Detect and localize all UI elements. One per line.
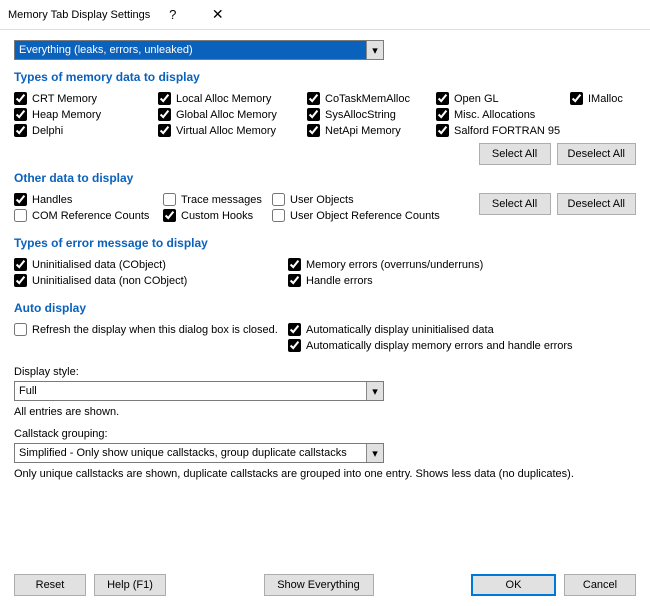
callstack-helper: Only unique callstacks are shown, duplic… <box>14 468 636 480</box>
dialog-content: Everything (leaks, errors, unleaked) ▾ T… <box>0 30 650 490</box>
help-button[interactable]: ? <box>150 0 195 29</box>
reset-button[interactable]: Reset <box>14 574 86 596</box>
chk-local-alloc[interactable]: Local Alloc Memory <box>158 92 303 105</box>
callstack-value: Simplified - Only show unique callstacks… <box>19 447 347 459</box>
chk-user-obj-ref-counts[interactable]: User Object Reference Counts <box>272 209 452 222</box>
chk-custom-hooks[interactable]: Custom Hooks <box>163 209 268 222</box>
chk-auto-uninit[interactable]: Automatically display uninitialised data <box>288 323 636 336</box>
cancel-button[interactable]: Cancel <box>564 574 636 596</box>
close-button[interactable]: ✕ <box>195 0 240 29</box>
bottom-button-bar: Reset Help (F1) Show Everything OK Cance… <box>14 574 636 596</box>
titlebar: Memory Tab Display Settings ? ✕ <box>0 0 650 30</box>
callstack-label: Callstack grouping: <box>14 428 636 440</box>
callstack-combo[interactable]: Simplified - Only show unique callstacks… <box>14 443 384 463</box>
chk-imalloc[interactable]: IMalloc <box>570 92 636 105</box>
other-select-all-button[interactable]: Select All <box>479 193 551 215</box>
chevron-down-icon: ▾ <box>366 444 383 462</box>
chk-memory-errors[interactable]: Memory errors (overruns/underruns) <box>288 258 636 271</box>
chk-uninit-cobject[interactable]: Uninitialised data (CObject) <box>14 258 284 271</box>
display-style-combo[interactable]: Full ▾ <box>14 381 384 401</box>
other-deselect-all-button[interactable]: Deselect All <box>557 193 636 215</box>
chk-handle-errors[interactable]: Handle errors <box>288 274 636 287</box>
help-icon: ? <box>169 7 176 22</box>
auto-grid: Refresh the display when this dialog box… <box>14 323 636 352</box>
chk-sysallocstring[interactable]: SysAllocString <box>307 108 432 121</box>
chk-handles[interactable]: Handles <box>14 193 159 206</box>
chk-misc-alloc[interactable]: Misc. Allocations <box>436 108 566 121</box>
chk-refresh-on-close[interactable]: Refresh the display when this dialog box… <box>14 323 284 336</box>
chk-crt-memory[interactable]: CRT Memory <box>14 92 154 105</box>
chk-heap-memory[interactable]: Heap Memory <box>14 108 154 121</box>
display-style-helper: All entries are shown. <box>14 406 636 418</box>
show-everything-button[interactable]: Show Everything <box>264 574 374 596</box>
chk-auto-mem-handle-errors[interactable]: Automatically display memory errors and … <box>288 339 636 352</box>
types-deselect-all-button[interactable]: Deselect All <box>557 143 636 165</box>
chk-delphi[interactable]: Delphi <box>14 124 154 137</box>
filter-combo-value: Everything (leaks, errors, unleaked) <box>19 44 193 56</box>
chk-cotaskmemalloc[interactable]: CoTaskMemAlloc <box>307 92 432 105</box>
section-title-other: Other data to display <box>14 171 636 185</box>
display-style-label: Display style: <box>14 366 636 378</box>
chevron-down-icon: ▾ <box>366 382 383 400</box>
chk-global-alloc[interactable]: Global Alloc Memory <box>158 108 303 121</box>
ok-button[interactable]: OK <box>471 574 556 596</box>
chk-user-objects[interactable]: User Objects <box>272 193 452 206</box>
types-select-all-button[interactable]: Select All <box>479 143 551 165</box>
other-grid: Handles Trace messages User Objects COM … <box>14 193 471 222</box>
chk-trace-messages[interactable]: Trace messages <box>163 193 268 206</box>
chk-netapi[interactable]: NetApi Memory <box>307 124 432 137</box>
chk-com-ref-counts[interactable]: COM Reference Counts <box>14 209 159 222</box>
section-title-auto: Auto display <box>14 301 636 315</box>
chevron-down-icon: ▾ <box>366 41 383 59</box>
section-title-types: Types of memory data to display <box>14 70 636 84</box>
chk-virtual-alloc[interactable]: Virtual Alloc Memory <box>158 124 303 137</box>
filter-combo[interactable]: Everything (leaks, errors, unleaked) ▾ <box>14 40 384 60</box>
help-f1-button[interactable]: Help (F1) <box>94 574 166 596</box>
chk-uninit-non-cobject[interactable]: Uninitialised data (non CObject) <box>14 274 284 287</box>
chk-open-gl[interactable]: Open GL <box>436 92 566 105</box>
errors-grid: Uninitialised data (CObject) Memory erro… <box>14 258 636 287</box>
section-title-errors: Types of error message to display <box>14 236 636 250</box>
types-grid: CRT Memory Local Alloc Memory CoTaskMemA… <box>14 92 636 137</box>
window-title: Memory Tab Display Settings <box>8 9 150 21</box>
close-icon: ✕ <box>212 6 224 23</box>
types-button-row: Select All Deselect All <box>14 143 636 165</box>
display-style-value: Full <box>19 385 37 397</box>
chk-salford-fortran[interactable]: Salford FORTRAN 95 <box>436 124 566 137</box>
